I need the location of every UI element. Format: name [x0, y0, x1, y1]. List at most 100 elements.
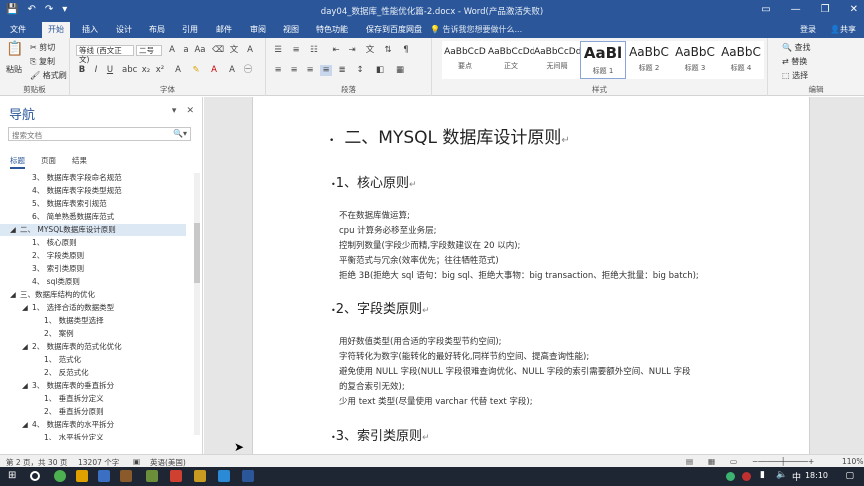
- collapse-arrow-icon[interactable]: ◢: [22, 302, 28, 314]
- share-button[interactable]: 👤共享: [830, 24, 856, 35]
- style-emphasis[interactable]: AaBbCcD 要点: [442, 41, 488, 79]
- ribbon-display-icon[interactable]: ▭: [761, 4, 770, 15]
- align-left-icon[interactable]: ≡: [272, 65, 284, 76]
- tab-headings[interactable]: 标题: [10, 155, 25, 169]
- align-right-icon[interactable]: ≡: [304, 65, 316, 76]
- paste-button[interactable]: 粘贴: [6, 64, 22, 75]
- chrome-icon[interactable]: [54, 470, 66, 482]
- document-page[interactable]: • 二、MYSQL 数据库设计原则↵ •1、核心原则↵ 不在数据库做运算; cpu…: [252, 97, 810, 454]
- tab-file[interactable]: 文件: [10, 24, 26, 35]
- web-layout-icon[interactable]: ▭: [730, 457, 737, 466]
- proofing-icon[interactable]: ▣: [133, 457, 140, 466]
- close-icon[interactable]: ✕: [186, 106, 194, 116]
- tab-layout[interactable]: 布局: [149, 24, 165, 35]
- collapse-arrow-icon[interactable]: ◢: [22, 419, 28, 431]
- tab-home[interactable]: 开始: [42, 22, 70, 38]
- tree-item[interactable]: 5、 数据库表索引规范: [0, 198, 186, 210]
- tab-insert[interactable]: 插入: [82, 24, 98, 35]
- show-marks-icon[interactable]: ¶: [400, 45, 412, 56]
- tell-me-box[interactable]: 💡 告诉我您想要做什么...: [430, 24, 522, 35]
- tree-item[interactable]: 1、 范式化: [0, 354, 186, 366]
- collapse-arrow-icon[interactable]: ◢: [10, 289, 16, 301]
- line-spacing-icon[interactable]: ↕: [354, 65, 366, 76]
- grow-font-icon[interactable]: A: [166, 45, 178, 56]
- tree-item-selected[interactable]: ◢ 二、 MYSQL数据库设计原则: [0, 224, 186, 236]
- tree-item[interactable]: 4、 sql类原则: [0, 276, 186, 288]
- tab-design[interactable]: 设计: [116, 24, 132, 35]
- tree-item[interactable]: 4、 数据库表字段类型规范: [0, 185, 186, 197]
- tab-references[interactable]: 引用: [182, 24, 198, 35]
- tree-item[interactable]: ◢ 1、 选择合适的数据类型: [0, 302, 186, 314]
- superscript-icon[interactable]: x²: [154, 65, 166, 76]
- style-heading-2[interactable]: AaBbC 标题 2: [626, 41, 672, 79]
- tree-item[interactable]: 3、 数据库表字段命名规范: [0, 172, 186, 184]
- decrease-indent-icon[interactable]: ⇤: [330, 45, 342, 56]
- tab-view[interactable]: 视图: [283, 24, 299, 35]
- word-icon[interactable]: [242, 470, 254, 482]
- tree-item[interactable]: 1、 核心原则: [0, 237, 186, 249]
- style-normal[interactable]: AaBbCcDd 正文: [488, 41, 535, 79]
- tree-item[interactable]: ◢ 3、 数据库表的垂直拆分: [0, 380, 186, 392]
- highlight-icon[interactable]: ✎: [190, 65, 202, 76]
- paste-icon[interactable]: 📋: [6, 42, 23, 60]
- clock[interactable]: 18:10: [805, 471, 828, 480]
- select-button[interactable]: ⬚ 选择: [782, 70, 808, 81]
- windows-start-icon[interactable]: ⊞: [8, 470, 20, 482]
- font-name-select[interactable]: 等线 (西文正文): [76, 45, 134, 64]
- collapse-arrow-icon[interactable]: ◢: [22, 380, 28, 392]
- shading-icon[interactable]: ◧: [374, 65, 386, 76]
- tab-features[interactable]: 特色功能: [316, 24, 348, 35]
- tree-item[interactable]: 1、 数据类型选择: [0, 315, 186, 327]
- tray-icon[interactable]: [742, 472, 751, 481]
- tree-item[interactable]: ◢ 三、数据库结构的优化: [0, 289, 186, 301]
- folder-icon[interactable]: [76, 470, 88, 482]
- strikethrough-icon[interactable]: abc: [122, 65, 137, 76]
- read-mode-icon[interactable]: ▤: [686, 457, 693, 466]
- tree-item[interactable]: 3、 索引类原则: [0, 263, 186, 275]
- login-link[interactable]: 登录: [800, 24, 816, 35]
- restore-button[interactable]: ❐: [821, 4, 830, 15]
- app-icon[interactable]: [194, 470, 206, 482]
- tree-item[interactable]: ◢ 2、 数据库表的范式化优化: [0, 341, 186, 353]
- bullets-icon[interactable]: ☰: [272, 45, 284, 56]
- bold-icon[interactable]: B: [76, 65, 88, 76]
- tree-item[interactable]: 2、 垂直拆分原则: [0, 406, 186, 418]
- justify-icon[interactable]: ≡: [320, 65, 332, 76]
- minimize-button[interactable]: —: [791, 4, 801, 15]
- close-button[interactable]: ✕: [850, 4, 858, 15]
- app-icon[interactable]: [120, 470, 132, 482]
- italic-icon[interactable]: I: [90, 65, 102, 76]
- tree-item[interactable]: 6、 简单熟悉数据库范式: [0, 211, 186, 223]
- notification-icon[interactable]: ▢: [845, 471, 854, 481]
- char-border-icon[interactable]: A: [244, 45, 256, 56]
- chevron-down-icon[interactable]: ▾: [172, 106, 177, 116]
- nav-search-input[interactable]: 搜索文档 🔍▾: [8, 127, 191, 141]
- chinese-layout-icon[interactable]: 文: [364, 45, 376, 56]
- underline-icon[interactable]: U: [104, 65, 116, 76]
- print-layout-icon[interactable]: ▦: [708, 457, 715, 466]
- ime-icon[interactable]: 中: [792, 470, 804, 483]
- phonetic-icon[interactable]: 文: [228, 45, 240, 56]
- scroll-thumb[interactable]: [194, 223, 200, 283]
- text-effects-icon[interactable]: A: [172, 65, 184, 76]
- app-icon[interactable]: [146, 470, 158, 482]
- char-shading-icon[interactable]: A: [226, 65, 238, 76]
- app-icon[interactable]: [218, 470, 230, 482]
- tab-results[interactable]: 结果: [72, 155, 87, 169]
- search-icon[interactable]: [30, 471, 40, 481]
- shrink-font-icon[interactable]: a: [180, 45, 192, 56]
- network-icon[interactable]: ▮: [760, 470, 772, 482]
- replace-button[interactable]: ⇄ 替换: [782, 56, 807, 67]
- copy-button[interactable]: ⎘ 复制: [30, 56, 55, 67]
- tab-mailings[interactable]: 邮件: [216, 24, 232, 35]
- style-no-spacing[interactable]: AaBbCcDd 无间隔: [534, 41, 581, 79]
- style-heading-3[interactable]: AaBbC 标题 3: [672, 41, 718, 79]
- clear-format-icon[interactable]: ⌫: [212, 45, 224, 56]
- zoom-slider[interactable]: −─────┼─────+: [752, 457, 814, 466]
- collapse-arrow-icon[interactable]: ◢: [22, 341, 28, 353]
- tab-pages[interactable]: 页面: [41, 155, 56, 169]
- search-icon[interactable]: 🔍▾: [173, 129, 187, 138]
- tray-icon[interactable]: [726, 472, 735, 481]
- collapse-arrow-icon[interactable]: ◢: [10, 224, 16, 236]
- font-size-select[interactable]: 二号: [136, 45, 162, 56]
